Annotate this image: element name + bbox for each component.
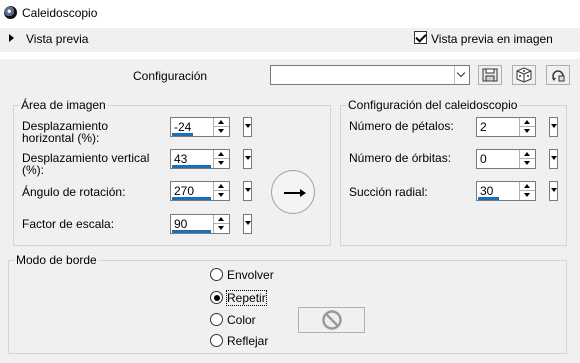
h-offset-menu-button[interactable]	[243, 117, 252, 137]
preview-row: Vista previa Vista previa en imagen	[0, 28, 580, 52]
rotation-label: Ángulo de rotación:	[22, 185, 126, 199]
save-icon	[482, 68, 498, 82]
petals-menu-button[interactable]	[549, 117, 558, 137]
edge-mode-title: Modo de borde	[14, 253, 99, 267]
suction-menu-button[interactable]	[549, 181, 558, 201]
h-offset-slider-bar[interactable]	[172, 133, 193, 136]
scale-menu-button[interactable]	[243, 214, 252, 234]
edge-mode-group: Modo de borde	[8, 253, 567, 354]
title-bar: Caleidoscopio	[0, 0, 580, 28]
edge-repeat-radio[interactable]	[210, 291, 223, 304]
no-color-icon	[321, 310, 342, 330]
edge-wrap-label[interactable]: Envolver	[227, 268, 274, 282]
scale-spin-buttons[interactable]	[213, 215, 229, 233]
orbits-label: Número de órbitas:	[349, 151, 452, 165]
edge-repeat-label[interactable]: Repetir	[226, 290, 267, 306]
rotation-menu-button[interactable]	[243, 181, 252, 201]
reset-icon	[552, 70, 565, 82]
kaleidoscope-app-icon	[4, 6, 17, 19]
h-offset-spin-buttons[interactable]	[213, 118, 229, 136]
v-offset-menu-button[interactable]	[243, 149, 252, 169]
v-offset-spin-buttons[interactable]	[213, 150, 229, 168]
edge-reflect-radio[interactable]	[210, 334, 223, 347]
petals-spin-buttons[interactable]	[519, 118, 535, 136]
preview-in-image-checkbox[interactable]	[414, 31, 427, 44]
petals-label: Número de pétalos:	[349, 119, 454, 133]
separator-band	[0, 52, 580, 59]
rotation-input[interactable]: 270	[170, 181, 230, 201]
kaleidoscope-settings-title: Configuración del caleidoscopio	[346, 98, 520, 112]
preview-toggle-label[interactable]: Vista previa	[26, 32, 88, 46]
save-preset-button[interactable]	[478, 65, 502, 85]
dice-icon	[516, 67, 532, 83]
config-label: Configuración	[133, 69, 208, 83]
chevron-down-icon[interactable]	[454, 66, 469, 84]
window-title: Caleidoscopio	[22, 6, 98, 20]
scale-label: Factor de escala:	[22, 217, 115, 231]
petals-input[interactable]: 2	[476, 117, 536, 137]
suction-input[interactable]: 30	[476, 181, 536, 201]
rotation-spin-buttons[interactable]	[213, 182, 229, 200]
random-parameters-button[interactable]	[512, 65, 536, 85]
suction-spin-buttons[interactable]	[519, 182, 535, 200]
expand-arrow-icon[interactable]	[9, 34, 14, 42]
scale-input[interactable]: 90	[170, 214, 230, 234]
rotation-dial[interactable]	[271, 170, 315, 214]
edge-color-radio[interactable]	[210, 313, 223, 326]
v-offset-label: Desplazamiento vertical (%):	[22, 151, 150, 177]
orbits-spin-buttons[interactable]	[519, 150, 535, 168]
suction-label: Succión radial:	[349, 185, 428, 199]
suction-slider-bar[interactable]	[478, 197, 499, 200]
image-area-title: Área de imagen	[19, 98, 108, 112]
h-offset-label: Desplazamiento horizontal (%):	[22, 119, 109, 145]
edge-color-label[interactable]: Color	[227, 313, 256, 327]
v-offset-slider-bar[interactable]	[172, 165, 211, 168]
orbits-menu-button[interactable]	[549, 149, 558, 169]
edge-wrap-radio[interactable]	[210, 268, 223, 281]
h-offset-input[interactable]: -24	[170, 117, 230, 137]
edge-reflect-label[interactable]: Reflejar	[227, 334, 268, 348]
edge-color-swatch[interactable]	[298, 307, 365, 333]
scale-slider-bar[interactable]	[172, 230, 211, 233]
config-preset-combo[interactable]	[270, 65, 470, 85]
preview-in-image-label[interactable]: Vista previa en imagen	[431, 32, 553, 46]
reset-button[interactable]	[546, 65, 570, 85]
orbits-input[interactable]: 0	[476, 149, 536, 169]
v-offset-input[interactable]: 43	[170, 149, 230, 169]
rotation-slider-bar[interactable]	[172, 197, 211, 200]
